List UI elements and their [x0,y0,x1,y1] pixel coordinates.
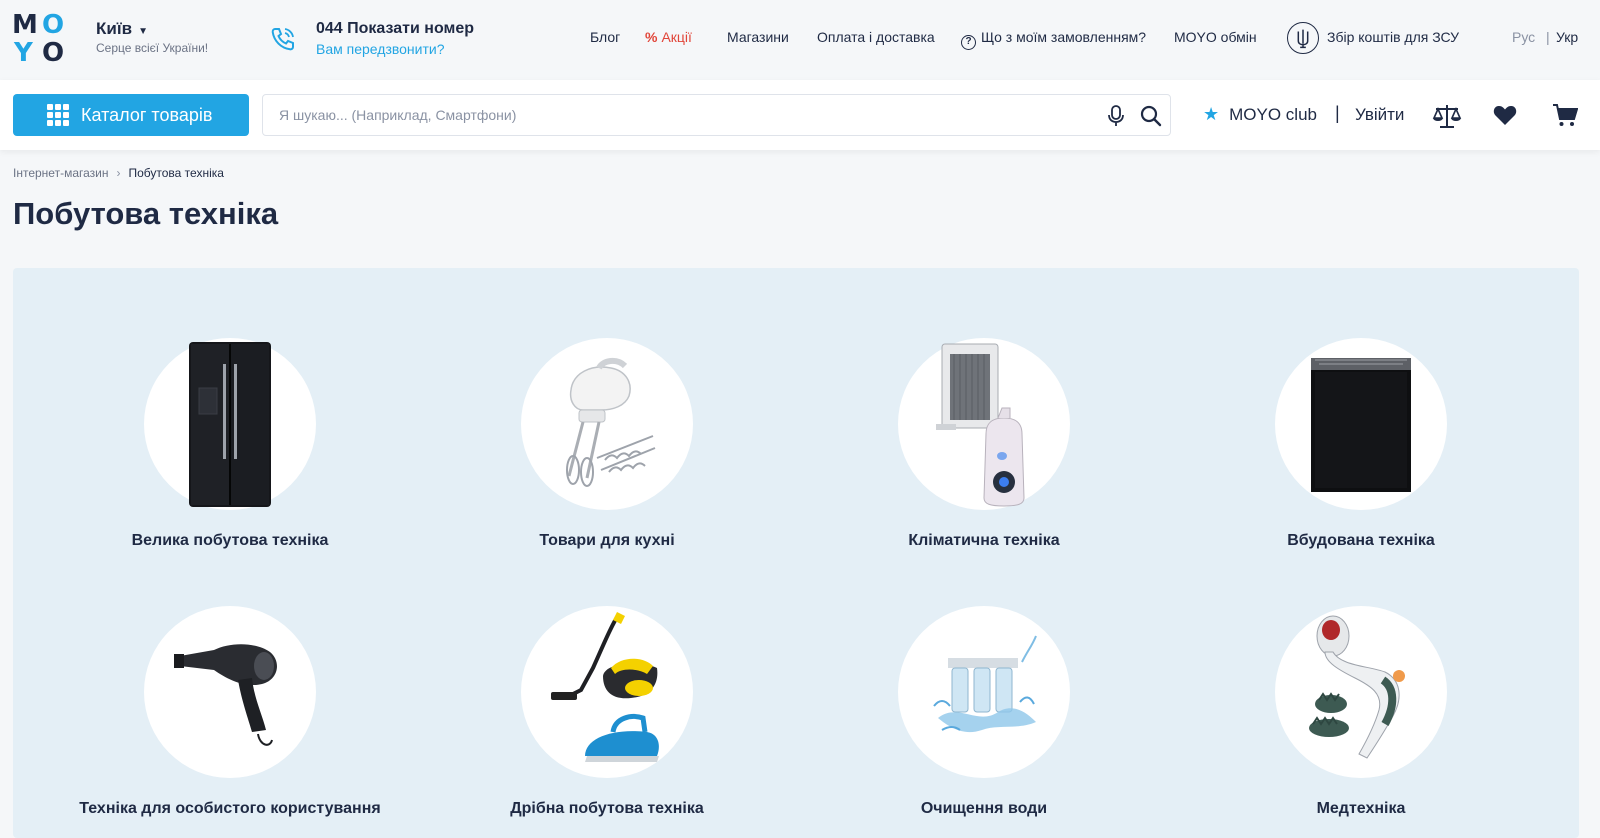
chevron-down-icon: ▼ [138,26,148,37]
category-card[interactable]: Велика побутова техніка [40,338,420,550]
logo-letter: O [42,10,65,40]
question-icon: ? [961,35,976,50]
search-icon[interactable] [1139,104,1163,128]
nav-exchange[interactable]: MOYO обмін [1174,29,1257,45]
category-card[interactable]: Кліматична техніка [794,338,1174,550]
breadcrumb-separator: › [116,166,121,180]
category-image [144,606,316,778]
category-label: Товари для кухні [539,532,675,549]
show-phone-link[interactable]: 044 Показати номер [316,20,474,38]
category-image [898,606,1070,778]
callback-link[interactable]: Вам передзвонити? [316,41,445,57]
breadcrumb: Інтернет-магазин › Побутова техніка [13,166,224,180]
search-box [262,94,1171,136]
refrigerator-icon [189,342,271,507]
logo-letter: M [12,10,38,40]
trident-icon [1287,22,1319,54]
nav-payment-delivery[interactable]: Оплата і доставка [817,29,935,45]
lang-ru[interactable]: Рус [1512,29,1535,45]
nav-order-status[interactable]: ? Що з моїм замовленням? [961,29,1146,50]
category-image [144,338,316,510]
category-label: Техніка для особистого користування [79,800,381,817]
moyo-logo[interactable]: M O Y O [12,12,68,66]
club-label: MOYO club [1229,104,1317,124]
category-image [898,338,1070,510]
category-card[interactable]: Вбудована техніка [1171,338,1551,550]
category-label: Вбудована техніка [1287,532,1435,549]
city-subtitle: Серце всієї України! [96,41,209,55]
category-grid: Велика побутова техніка Товари для кухні [13,268,1579,838]
top-bar: M O Y O Київ ▼ Серце всієї України! 044 П… [0,0,1600,80]
breadcrumb-home[interactable]: Інтернет-магазин [13,166,108,180]
lang-separator: | [1546,29,1550,45]
logo-letter: O [42,38,65,68]
compare-scales-icon[interactable] [1432,102,1462,130]
grid-icon [47,104,69,126]
category-image [521,606,693,778]
search-input[interactable] [279,95,1079,135]
dishwasher-icon [1311,358,1411,492]
nav-sale[interactable]: % Акції [645,29,692,45]
star-icon: ★ [1203,104,1220,124]
steam-cleaner-iron-icon [551,612,659,762]
category-label: Очищення води [920,800,1048,817]
moyo-club-link[interactable]: ★ MOYO club [1203,104,1317,125]
logo-letter: Y [14,38,33,68]
massager-icon [1309,615,1405,759]
nav-sale-label: Акції [661,29,692,45]
phone-icon [271,28,294,51]
city-name: Київ [96,19,133,38]
page-title: Побутова техніка [13,196,279,231]
cart-icon[interactable] [1552,102,1578,128]
nav-order-status-label: Що з моїм замовленням? [981,29,1147,45]
nav-stores[interactable]: Магазини [727,29,789,45]
heater-humidifier-icon [936,343,1025,507]
nav-fundraising[interactable]: Збір коштів для ЗСУ [1327,29,1459,45]
water-filter-icon [933,635,1037,733]
microphone-icon[interactable] [1105,104,1127,128]
nav-blog[interactable]: Блог [590,29,620,45]
breadcrumb-current: Побутова техніка [128,166,224,180]
catalog-button[interactable]: Каталог товарів [13,94,249,136]
category-card[interactable]: Дрібна побутова техніка [417,606,797,818]
hand-mixer-icon [566,358,656,487]
category-image [1275,606,1447,778]
category-card[interactable]: Товари для кухні [417,338,797,550]
city-selector[interactable]: Київ ▼ [96,19,148,39]
percent-icon: % [645,29,658,45]
category-label: Медтехніка [1316,800,1406,817]
category-image [521,338,693,510]
catalog-button-label: Каталог товарів [81,104,213,125]
category-card[interactable]: Техніка для особистого користування [40,606,420,818]
category-label: Велика побутова техніка [131,532,329,549]
category-label: Кліматична техніка [908,532,1060,549]
category-card[interactable]: Медтехніка [1171,606,1551,818]
heart-icon[interactable] [1492,102,1518,128]
hair-dryer-icon [174,644,277,746]
category-image [1275,338,1447,510]
divider: | [1335,103,1340,123]
category-label: Дрібна побутова техніка [510,800,704,817]
lang-ua[interactable]: Укр [1556,29,1578,45]
login-link[interactable]: Увійти [1355,105,1404,125]
category-card[interactable]: Очищення води [794,606,1174,818]
